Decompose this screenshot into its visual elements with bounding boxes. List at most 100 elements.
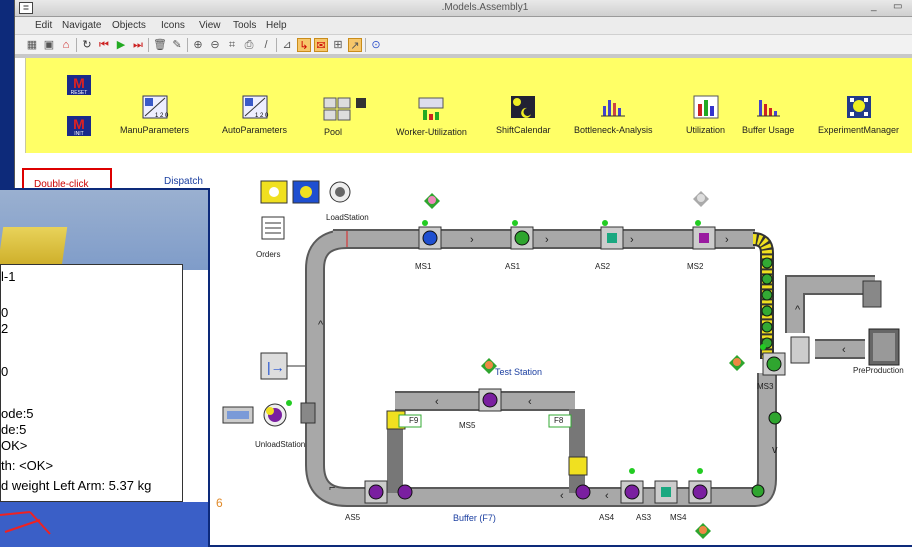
buffer-usage-button[interactable]: Buffer Usage [742, 94, 794, 135]
label-f8: F8 [554, 416, 564, 425]
toolbar-separator [148, 38, 149, 52]
play-icon[interactable]: ▶ [114, 38, 128, 52]
zoom-in-icon[interactable]: ⊕ [191, 38, 205, 52]
part-info-tooltip: l-1 0 2 0 ode:5 de:5 OK> th: <OK> d weig… [0, 264, 183, 502]
menu-edit[interactable]: Edit [35, 20, 52, 31]
svg-text:|→: |→ [267, 359, 285, 375]
reset-button[interactable]: M RESET [66, 74, 92, 99]
menu-tools[interactable]: Tools [233, 20, 256, 31]
menu-view[interactable]: View [199, 20, 221, 31]
manuparameters-label: ManuParameters [120, 125, 190, 135]
init-icon: MINIT [67, 116, 91, 137]
svg-text:‹: ‹ [528, 396, 532, 408]
pool-label: Pool [324, 127, 343, 137]
label-loadstation: LoadStation [326, 213, 369, 222]
experimentmanager-button[interactable]: ExperimentManager [818, 94, 899, 135]
worker-utilization-label: Worker-Utilization [396, 127, 467, 137]
init-button[interactable]: M INIT [66, 115, 92, 140]
grid-icon[interactable]: ⊞ [331, 38, 345, 52]
shiftcalendar-button[interactable]: ShiftCalendar [496, 94, 551, 135]
worker-utilization-icon [418, 97, 444, 120]
delete-icon[interactable]: 🗑 [153, 38, 167, 52]
utilization-button[interactable]: Utilization [686, 94, 725, 135]
toolbar-separator [76, 38, 77, 52]
ribbon-panel: M RESET M INIT 1 2 0 ManuParameters 1 2 0 … [25, 58, 912, 153]
svg-text:M: M [73, 75, 85, 91]
svg-text:‹: ‹ [605, 490, 609, 502]
app-icon: ≣ [19, 2, 33, 14]
shiftcalendar-label: ShiftCalendar [496, 125, 551, 135]
title-bar: ≣ .Models.Assembly1 _ ▭ [15, 0, 912, 17]
save-icon[interactable]: ▣ [42, 38, 56, 52]
autoparameters-button[interactable]: 1 2 0 AutoParameters [222, 94, 287, 135]
home-icon[interactable]: ⌂ [59, 38, 73, 52]
pool-button[interactable]: Pool [322, 96, 370, 137]
svg-text:›: › [470, 234, 474, 246]
menu-navigate[interactable]: Navigate [62, 20, 101, 31]
zoom-fit-icon[interactable]: ⌗ [225, 38, 239, 52]
zoom-out-icon[interactable]: ⊖ [208, 38, 222, 52]
buffer-usage-icon [757, 100, 781, 117]
open-icon[interactable]: ▦ [25, 38, 39, 52]
path-icon[interactable]: ↳ [297, 38, 311, 52]
bottleneck-analysis-icon [601, 100, 626, 117]
label-buffer: Buffer (F7) [453, 513, 496, 523]
label-as2: AS2 [595, 262, 611, 271]
maximize-button[interactable]: ▭ [893, 1, 902, 12]
comment-icon[interactable]: ✉ [314, 38, 328, 52]
tooltip-line: th: <OK> [1, 458, 54, 473]
window-title: .Models.Assembly1 [441, 2, 529, 13]
first-icon[interactable]: ⏮ [97, 38, 111, 52]
svg-text:›: › [725, 234, 729, 246]
test-station[interactable] [478, 388, 502, 412]
unload-station[interactable] [222, 402, 316, 427]
shiftcalendar-icon [511, 96, 536, 118]
svg-text:‹: ‹ [842, 344, 846, 356]
svg-text:‹: ‹ [435, 396, 439, 408]
bottleneck-analysis-button[interactable]: Bottleneck-Analysis [574, 94, 653, 135]
step-icon[interactable]: ⏭ [131, 38, 145, 52]
svg-text:1 2 0: 1 2 0 [255, 113, 269, 119]
pencil-icon[interactable]: / [259, 38, 273, 52]
brush-icon[interactable]: ✎ [170, 38, 184, 52]
menu-help[interactable]: Help [266, 20, 287, 31]
label-ms3: MS3 [757, 382, 774, 391]
svg-text:M: M [73, 116, 85, 132]
toolbar: ▦ ▣ ⌂ ↻ ⏮ ▶ ⏭ 🗑 ✎ ⊕ ⊖ ⌗ ⎙ / ⊿ ↳ ✉ ⊞ ↗ ⊙ [15, 35, 912, 55]
worker-utilization-button[interactable]: Worker-Utilization [396, 96, 467, 137]
tooltip-line: OK> [1, 438, 28, 453]
experimentmanager-icon [846, 96, 871, 118]
svg-text:v: v [772, 444, 778, 456]
load-station[interactable] [260, 180, 351, 204]
utilization-icon [693, 95, 718, 119]
experimentmanager-label: ExperimentManager [818, 125, 900, 135]
menu-objects[interactable]: Objects [112, 20, 146, 31]
exit-method[interactable]: |→ [260, 352, 305, 380]
label-ms5: MS5 [459, 421, 476, 430]
connector-icon[interactable]: ⊿ [280, 38, 294, 52]
print-icon[interactable]: ⎙ [242, 38, 256, 52]
help-icon[interactable]: ⊙ [369, 38, 383, 52]
3d-viewer-window: l-1 0 2 0 ode:5 de:5 OK> th: <OK> d weig… [0, 188, 210, 547]
label-preproduction: PreProduction [853, 366, 904, 375]
tooltip-line: de:5 [1, 422, 27, 437]
utilization-label: Utilization [686, 125, 726, 135]
label-ms2: MS2 [687, 262, 704, 271]
menu-icons[interactable]: Icons [161, 20, 185, 31]
autoparameters-label: AutoParameters [222, 125, 288, 135]
label-orders: Orders [256, 250, 281, 259]
svg-text:^: ^ [318, 319, 324, 331]
svg-text:⌐: ⌐ [329, 482, 335, 494]
3d-robot-outline [0, 511, 51, 535]
orders-table[interactable] [261, 216, 285, 240]
tooltip-line: 0 [1, 305, 9, 320]
pool-icon [323, 97, 366, 121]
label-unloadstation: UnloadStation [255, 440, 306, 449]
svg-text:›: › [545, 234, 549, 246]
chart-icon[interactable]: ↗ [348, 38, 362, 52]
reset-icon: MRESET [67, 75, 91, 96]
minimize-button[interactable]: _ [871, 1, 877, 12]
manuparameters-button[interactable]: 1 2 0 ManuParameters [120, 94, 189, 135]
label-as1: AS1 [505, 262, 521, 271]
reset-icon[interactable]: ↻ [80, 38, 94, 52]
